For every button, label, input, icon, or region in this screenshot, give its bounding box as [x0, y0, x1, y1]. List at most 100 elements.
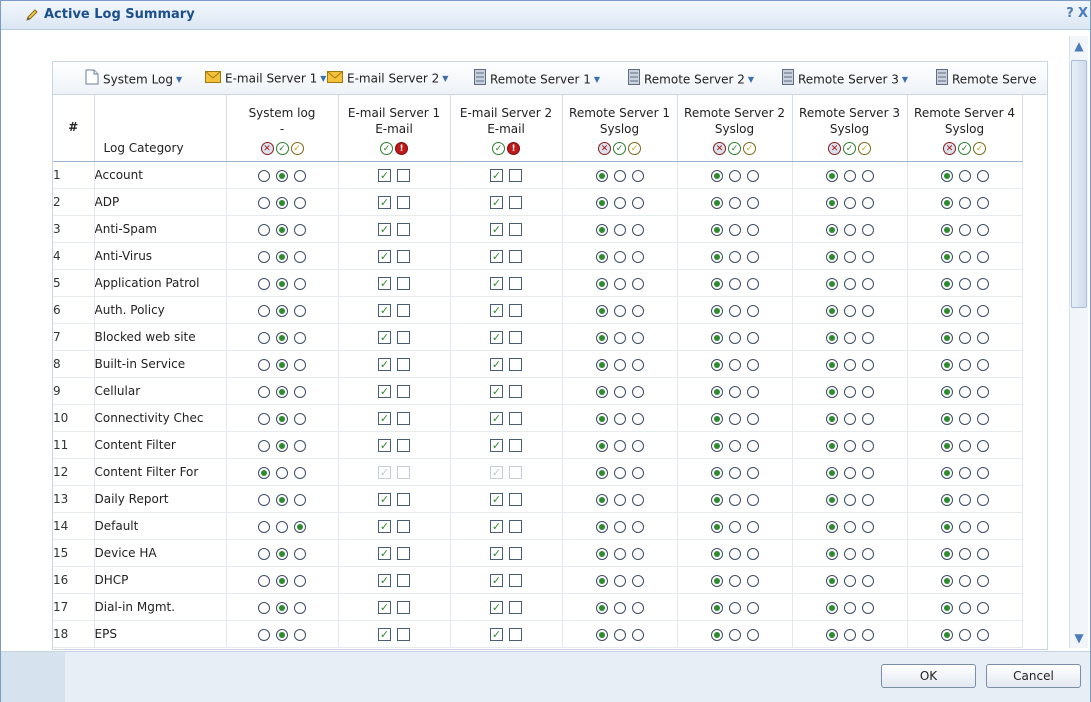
remote-server-4-radio-2[interactable] [976, 223, 989, 236]
email-alert-checkbox[interactable] [509, 331, 522, 344]
remote-server-4-radio-2[interactable] [976, 466, 989, 479]
remote-server-2-radio-0[interactable] [710, 169, 723, 182]
system-log-radio-2[interactable] [294, 169, 306, 182]
scroll-up-arrow-icon[interactable]: ▲ [1071, 38, 1087, 54]
remote-server-1-radio-0[interactable] [595, 520, 608, 533]
system-log-radio-2[interactable] [294, 466, 306, 479]
ok-button[interactable]: OK [881, 664, 976, 688]
table-row[interactable]: 17 Dial-in Mgmt. ✓ ✓ [53, 593, 1023, 621]
email-alert-checkbox[interactable] [397, 385, 410, 398]
remote-server-4-radio-2[interactable] [976, 277, 989, 290]
remote-server-2-radio-0[interactable] [710, 331, 723, 344]
system-log-radio-1[interactable] [276, 169, 288, 182]
email-alert-checkbox[interactable] [397, 520, 410, 533]
system-log-radio-0[interactable] [258, 628, 270, 641]
email-enable-checkbox[interactable]: ✓ [378, 547, 391, 560]
remote-server-1-radio-1[interactable] [613, 547, 626, 560]
remote-server-1-radio-0[interactable] [595, 466, 608, 479]
email-alert-checkbox[interactable] [397, 628, 410, 641]
remote-server-1-radio-0[interactable] [595, 547, 608, 560]
email-enable-checkbox[interactable]: ✓ [490, 169, 503, 182]
remote-server-1-radio-0[interactable] [595, 628, 608, 641]
remote-server-2-radio-2[interactable] [746, 628, 759, 641]
email-alert-checkbox[interactable] [397, 601, 410, 614]
remote-server-2-radio-1[interactable] [728, 196, 741, 209]
remote-server-2-radio-2[interactable] [746, 331, 759, 344]
remote-server-4-radio-2[interactable] [976, 331, 989, 344]
remote-server-4-radio-1[interactable] [958, 547, 971, 560]
remote-server-3-radio-1[interactable] [843, 358, 856, 371]
remote-server-3-radio-0[interactable] [825, 358, 838, 371]
system-log-radio-1[interactable] [276, 358, 288, 371]
remote-server-1-radio-1[interactable] [613, 196, 626, 209]
email-enable-checkbox[interactable]: ✓ [490, 223, 503, 236]
remote-server-3-radio-0[interactable] [825, 493, 838, 506]
table-row[interactable]: 5 Application Patrol ✓ ✓ [53, 269, 1023, 297]
toolbar-item-system-log[interactable]: System Log ▼ [85, 69, 182, 87]
remote-server-3-radio-2[interactable] [861, 466, 874, 479]
remote-server-4-radio-1[interactable] [958, 358, 971, 371]
remote-server-3-radio-0[interactable] [825, 250, 838, 263]
remote-server-4-radio-0[interactable] [940, 277, 953, 290]
email-enable-checkbox[interactable]: ✓ [378, 628, 391, 641]
remote-server-2-radio-1[interactable] [728, 547, 741, 560]
email-enable-checkbox[interactable]: ✓ [490, 520, 503, 533]
enable-normal-icon[interactable]: ✓ [613, 142, 626, 155]
dropdown-arrow-icon[interactable]: ▼ [176, 75, 182, 84]
enable-all-icon[interactable]: ✓ [492, 142, 505, 155]
remote-server-2-radio-2[interactable] [746, 466, 759, 479]
system-log-radio-0[interactable] [258, 196, 270, 209]
system-log-radio-1[interactable] [276, 466, 288, 479]
remote-server-1-radio-2[interactable] [631, 358, 644, 371]
remote-server-2-radio-2[interactable] [746, 358, 759, 371]
remote-server-3-radio-0[interactable] [825, 196, 838, 209]
remote-server-3-radio-0[interactable] [825, 547, 838, 560]
remote-server-3-radio-1[interactable] [843, 304, 856, 317]
remote-server-3-radio-2[interactable] [861, 385, 874, 398]
remote-server-1-radio-1[interactable] [613, 331, 626, 344]
remote-server-1-radio-0[interactable] [595, 169, 608, 182]
remote-server-3-radio-0[interactable] [825, 520, 838, 533]
toolbar-item-remote-server-3[interactable]: Remote Server 3 ▼ [782, 69, 908, 87]
email-enable-checkbox[interactable]: ✓ [490, 628, 503, 641]
remote-server-1-radio-2[interactable] [631, 574, 644, 587]
remote-server-4-radio-1[interactable] [958, 601, 971, 614]
remote-server-3-radio-2[interactable] [861, 304, 874, 317]
system-log-radio-1[interactable] [276, 493, 288, 506]
remote-server-1-radio-0[interactable] [595, 574, 608, 587]
system-log-radio-2[interactable] [294, 304, 306, 317]
email-enable-checkbox[interactable]: ✓ [378, 169, 391, 182]
remote-server-3-radio-1[interactable] [843, 196, 856, 209]
remote-server-4-radio-1[interactable] [958, 223, 971, 236]
remote-server-4-radio-1[interactable] [958, 493, 971, 506]
remote-server-1-radio-1[interactable] [613, 601, 626, 614]
system-log-radio-0[interactable] [258, 439, 270, 452]
email-enable-checkbox[interactable]: ✓ [490, 358, 503, 371]
remote-server-3-radio-1[interactable] [843, 574, 856, 587]
table-row[interactable]: 6 Auth. Policy ✓ ✓ [53, 296, 1023, 324]
system-log-radio-0[interactable] [258, 358, 270, 371]
email-alert-checkbox[interactable] [397, 169, 410, 182]
disable-all-icon[interactable]: ✕ [713, 142, 726, 155]
remote-server-3-radio-2[interactable] [861, 196, 874, 209]
remote-server-1-radio-2[interactable] [631, 628, 644, 641]
remote-server-4-radio-2[interactable] [976, 250, 989, 263]
close-icon[interactable]: X [1076, 7, 1090, 21]
alert-icon[interactable]: ! [507, 142, 520, 155]
remote-server-3-radio-0[interactable] [825, 169, 838, 182]
remote-server-2-radio-0[interactable] [710, 574, 723, 587]
email-alert-checkbox[interactable] [397, 574, 410, 587]
disable-all-icon[interactable]: ✕ [598, 142, 611, 155]
email-alert-checkbox[interactable] [509, 520, 522, 533]
remote-server-1-radio-2[interactable] [631, 412, 644, 425]
system-log-radio-2[interactable] [294, 412, 306, 425]
table-row[interactable]: 13 Daily Report ✓ ✓ [53, 485, 1023, 513]
remote-server-2-radio-0[interactable] [710, 439, 723, 452]
remote-server-2-radio-1[interactable] [728, 385, 741, 398]
email-alert-checkbox[interactable] [397, 358, 410, 371]
remote-server-3-radio-1[interactable] [843, 601, 856, 614]
remote-server-4-radio-0[interactable] [940, 574, 953, 587]
enable-debug-icon[interactable]: ✓ [290, 142, 304, 155]
remote-server-1-radio-1[interactable] [613, 358, 626, 371]
remote-server-4-radio-1[interactable] [958, 574, 971, 587]
